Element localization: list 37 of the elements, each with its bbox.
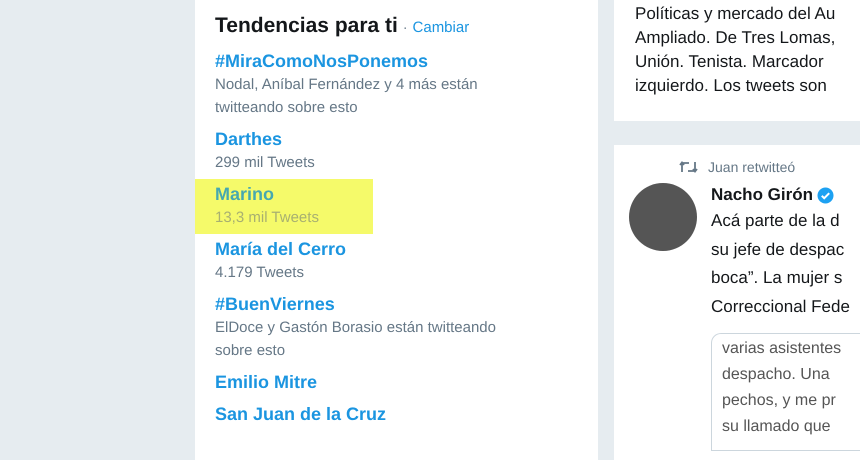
tweet-text-line: Acá parte de la d <box>711 210 841 232</box>
trend-item[interactable]: Emilio Mitre <box>195 367 545 399</box>
quoted-text-line: pechos, y me pr <box>722 391 837 411</box>
tweet-text-line: boca”. La mujer s <box>711 267 844 289</box>
trend-subtitle: Nodal, Aníbal Fernández y 4 más están twitteando sobre esto <box>215 75 479 118</box>
retweet-icon <box>679 160 698 174</box>
quoted-text-line: despacho. Una <box>722 365 831 385</box>
bio-text-line: izquierdo. Los tweets son <box>635 75 828 97</box>
highlighted-trend[interactable]: Marino 13,3 mil Tweets <box>195 179 373 234</box>
trend-name: #MiraComoNosPonemos <box>215 50 430 73</box>
trend-item[interactable]: #BuenViernes ElDoce y Gastón Borasio están twitteando sobre esto <box>195 289 545 367</box>
trend-subtitle: 299 mil Tweets <box>215 153 316 173</box>
tweet-text-line: Correccional Fede <box>711 296 851 318</box>
trend-item[interactable]: Darthes 299 mil Tweets <box>195 124 545 179</box>
quoted-text-line: su llamado que <box>722 417 832 437</box>
trend-name: Emilio Mitre <box>215 371 318 394</box>
trend-name: Darthes <box>215 128 284 151</box>
separator-dot: · <box>402 19 408 35</box>
trend-subtitle: ElDoce y Gastón Borasio están twitteando sobre esto <box>215 318 497 361</box>
trend-item[interactable]: María del Cerro 4.179 Tweets <box>195 234 545 289</box>
trend-item[interactable]: San Juan de la Cruz <box>195 399 545 431</box>
trend-subtitle: 4.179 Tweets <box>215 263 305 283</box>
trend-name: #BuenViernes <box>215 293 336 316</box>
bio-text-line: Unión. Tenista. Marcador <box>635 51 825 73</box>
change-link[interactable]: Cambiar <box>412 19 470 36</box>
retweeted-by-label: Juan retwitteó <box>708 159 796 175</box>
author-name[interactable]: Nacho Girón <box>711 183 814 207</box>
trend-name: María del Cerro <box>215 238 348 261</box>
trends-title: Tendencias para ti <box>215 14 398 38</box>
tweet-text-line: su jefe de despac <box>711 238 846 260</box>
bio-text-line: Políticas y mercado del Au <box>635 3 836 25</box>
trend-item[interactable]: #MiraComoNosPonemos Nodal, Aníbal Fernández y 4 más están twitteando sobre esto <box>195 46 545 124</box>
trend-name: San Juan de la Cruz <box>215 403 388 426</box>
quoted-text-line: varias asistentes <box>722 339 842 359</box>
bio-text-line: Ampliado. De Tres Lomas, <box>635 27 836 49</box>
trend-subtitle: 13,3 mil Tweets <box>215 208 320 228</box>
trend-name: Marino <box>215 183 276 206</box>
